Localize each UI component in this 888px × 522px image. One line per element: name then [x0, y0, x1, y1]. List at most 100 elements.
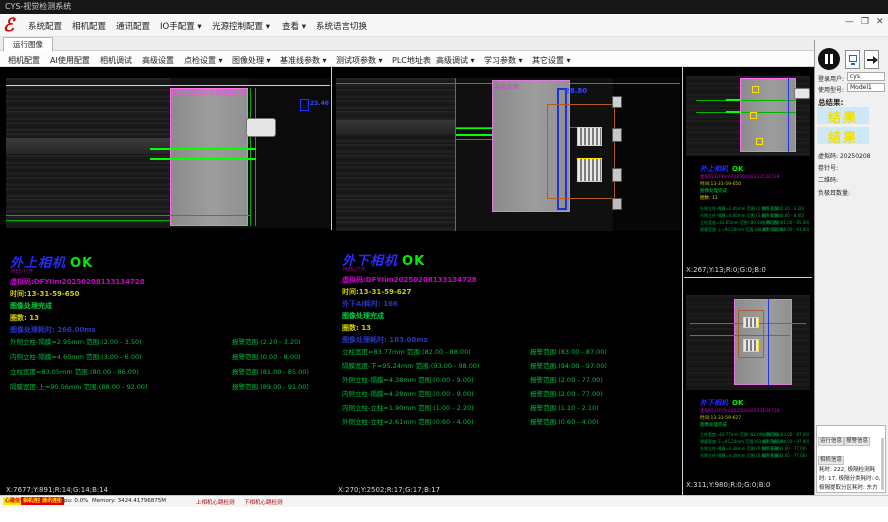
tool-learn-param[interactable]: 学习参数 ▾ — [484, 55, 523, 66]
thumb-top-image[interactable] — [686, 76, 810, 156]
thumb-top-marker-1 — [752, 86, 759, 93]
tool-test-param[interactable]: 测试项参数 ▾ — [336, 55, 383, 66]
mid-clip-2 — [612, 128, 622, 142]
thumb-bottom-alarm-3: 报警范围:(2.00 - 77.00) — [762, 453, 807, 459]
titlebar: CYS-视觉检测系统 — [0, 0, 888, 14]
thumb-bottom-barcode: 虚拟码:DFYIim20250208133134728 — [700, 408, 779, 414]
thumb-top-coord-readout: X:267;Y:13;R:0;G:0;B:0 — [686, 266, 766, 274]
mid-meas-4: 内侧立柱-立柱=1.90mm 范围:(1.00 - 2.20) — [342, 402, 474, 412]
mid-tab-box-2 — [577, 158, 602, 182]
thumb-bottom-alarm-2: 报警范围:(2.00 - 77.00) — [762, 446, 807, 452]
mid-time: 时间:13-31-59-627 — [342, 287, 411, 297]
menu-comm-config[interactable]: 通讯配置 — [116, 20, 150, 32]
tab-run-image[interactable]: 运行图像 — [3, 37, 53, 51]
info-tab-alarm[interactable]: 报警信息 — [844, 437, 870, 446]
left-alarm-2: 报警范围:(81.00 - 85.00) — [232, 366, 309, 376]
left-threshold-label: 固定阈值:93, 动态阈值:100 — [172, 88, 247, 97]
pause-icon — [825, 54, 828, 64]
tool-other-set[interactable]: 其它设置 ▾ — [532, 55, 571, 66]
tool-spot-check[interactable]: 点检设置 ▾ — [184, 55, 223, 66]
minimize-button[interactable]: — — [845, 17, 854, 27]
thumb-top-loop: 圈数: 13 — [700, 195, 718, 201]
app-window: CYS-视觉检测系统 ℰ 系统配置 相机配置 通讯配置 IO手配置 ▾ 光源控制… — [0, 0, 888, 522]
thumb-bottom-image[interactable] — [686, 295, 810, 390]
left-time: 时间:13-31-59-650 — [10, 289, 79, 299]
mid-tab-box-1 — [577, 127, 602, 146]
thumb-top-green-1 — [696, 100, 796, 101]
mid-machine-texture — [336, 78, 456, 231]
thumb-top-alarm-3: 报警范围:(89.00 - 91.00) — [762, 227, 809, 233]
left-alarm-1: 报警范围:(0.00 - 8.00) — [232, 351, 301, 361]
mid-alarm-4: 报警范围:(1.10 - 2.10) — [530, 402, 599, 412]
thumb-top-connector — [794, 88, 810, 99]
mid-alarm-0: 报警范围:(83.00 - 87.00) — [530, 346, 607, 356]
mid-green-vertical-line — [455, 78, 456, 231]
menu-io-config[interactable]: IO手配置 ▾ — [160, 20, 202, 32]
login-user-field[interactable]: cys — [847, 72, 885, 81]
left-meas-1: 内侧立柱-隔膜=4.60mm 范围:(3.00 - 6.00) — [10, 351, 142, 361]
left-meas-3: 隔膜宽度-上=90.56mm 范围:(88.00 - 92.00) — [10, 381, 148, 391]
logout-button[interactable] — [864, 50, 879, 69]
mid-clip-1 — [612, 96, 622, 108]
logout-arrow-icon — [873, 56, 878, 64]
thumb-bottom-tab-1 — [743, 317, 759, 328]
menu-language-switch[interactable]: 系统语言切换 — [316, 20, 367, 32]
info-tab-camera[interactable]: 相机信息 — [818, 456, 844, 465]
panel-barcode-caption: 虚拟码: — [818, 153, 838, 160]
app-logo-icon: ℰ — [3, 15, 14, 36]
tool-plc-table[interactable]: PLC地址表 — [392, 55, 431, 66]
mid-pixel-coord-readout: X:270;Y:2502;R:17;G:17;B:17 — [338, 486, 440, 494]
left-light-band — [6, 138, 170, 154]
mid-loop-count: 圈数: 13 — [342, 323, 371, 333]
thumb-top-green-bar2 — [726, 111, 742, 113]
mid-measure-value: 28.80 — [565, 87, 587, 95]
pause-button[interactable] — [818, 48, 840, 70]
mid-alarm-1: 报警范围:(94.00 - 97.00) — [530, 360, 607, 370]
left-camera-image[interactable]: 固定阈值:93, 动态阈值:100 23.46 — [6, 78, 330, 228]
mid-alarm-2: 报警范围:(2.00 - 77.00) — [530, 374, 603, 384]
menu-camera-config[interactable]: 相机配置 — [72, 20, 106, 32]
upper-camera-heartbeat: 上相机心跳检测 — [196, 498, 235, 506]
info-box: 运行信息报警信息相机信息 耗时: 222, 极隔检测耗时: 17, 极隔分类耗时… — [816, 425, 886, 493]
maximize-button[interactable]: ❐ — [861, 17, 869, 27]
mid-meas-3: 内侧立柱-隔膜=4.28mm 范围:(0.00 - 9.00) — [342, 388, 474, 398]
thumb-top-ok: OK — [732, 165, 743, 173]
mid-camera-image[interactable]: AI标定框 28.80 — [336, 78, 680, 231]
left-mes-status: MES:打开 — [11, 268, 33, 275]
left-measure-value: 23.46 — [310, 100, 329, 107]
monitor-button[interactable] — [845, 50, 860, 69]
mid-clip-3 — [612, 168, 622, 182]
info-tab-run[interactable]: 运行信息 — [818, 437, 844, 446]
mid-meas-2: 外侧立柱-隔膜=4.38mm 范围:(0.00 - 9.00) — [342, 374, 474, 384]
thumb-bottom-title: 外下相机OK — [700, 398, 743, 408]
result-text-2: 结果 — [828, 131, 858, 146]
mid-result-ok: OK — [402, 254, 425, 269]
mid-ai-label: AI标定框 — [495, 82, 519, 91]
tool-baseline-param[interactable]: 基准线参数 ▾ — [280, 55, 327, 66]
tool-advanced-set[interactable]: 高级设置 — [142, 55, 174, 66]
tool-adv-debug[interactable]: 高级调试 ▾ — [436, 55, 475, 66]
menu-view[interactable]: 查看 ▾ — [282, 20, 306, 32]
thumb-top-marker-3 — [756, 138, 763, 145]
left-pixel-coord-readout: X:7677;Y:891;R:14;G:14;B:14 — [6, 486, 108, 494]
left-green-line-low2 — [6, 220, 170, 221]
tool-camera-config[interactable]: 相机配置 — [8, 55, 40, 66]
info-scrollbar[interactable] — [881, 438, 884, 490]
panel-barcode-label: 虚拟码: 20250208 — [818, 151, 871, 160]
tool-camera-debug[interactable]: 相机调试 — [100, 55, 132, 66]
tool-ai-config[interactable]: AI使用配置 — [50, 55, 90, 66]
left-measure-box-overlay — [300, 99, 309, 111]
menu-light-config[interactable]: 光源控制配置 ▾ — [212, 20, 270, 32]
thumb-bottom-coord-readout: X:311;Y:980;R:0;G:0;B:0 — [686, 481, 770, 489]
tab-strip — [0, 37, 888, 51]
mid-meas-5: 外侧立柱-立柱=2.61mm 范围:(0.60 - 4.00) — [342, 416, 474, 426]
pin-number-label: 卷针号: — [818, 163, 838, 172]
model-field[interactable]: Model1 — [847, 83, 885, 92]
tool-image-process[interactable]: 图像处理 ▾ — [232, 55, 271, 66]
left-loop-count: 圈数: 13 — [10, 313, 39, 323]
login-user-label: 登录用户: — [818, 74, 844, 83]
close-button[interactable]: ✕ — [876, 17, 884, 27]
mid-meas-1: 隔膜宽度-下=95.24mm 范围:(93.00 - 98.00) — [342, 360, 480, 370]
qr-code-label: 二维码: — [818, 175, 838, 184]
menu-system-config[interactable]: 系统配置 — [28, 20, 62, 32]
